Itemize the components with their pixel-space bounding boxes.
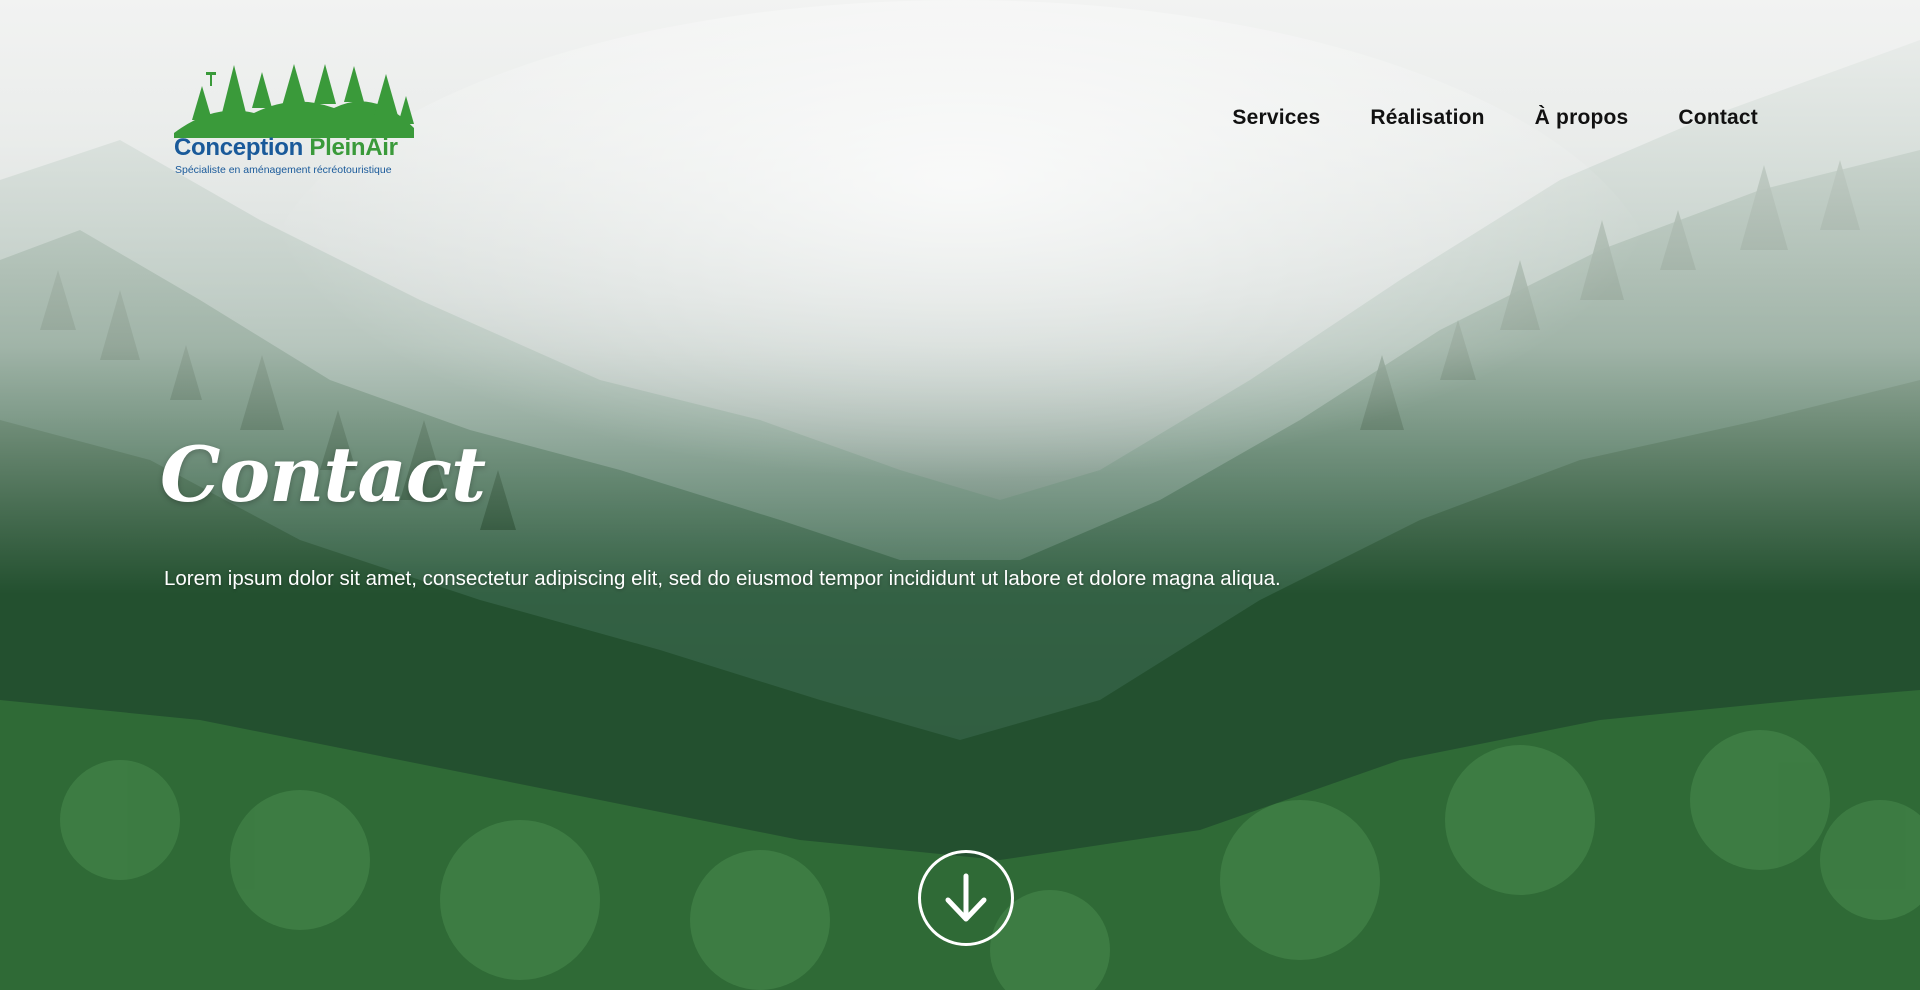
nav-link-services[interactable]: Services	[1232, 106, 1320, 130]
logo-wordmark: Conception PleinAir	[174, 134, 398, 162]
logo-trees-icon	[174, 64, 414, 138]
nav-link-contact[interactable]: Contact	[1678, 106, 1758, 130]
page-title: Contact	[160, 430, 486, 519]
logo-tagline: Spécialiste en aménagement récréotourist…	[175, 164, 392, 176]
scroll-down-button[interactable]	[918, 850, 1014, 946]
arrow-down-circle-icon	[945, 873, 987, 922]
nav-link-realisation[interactable]: Réalisation	[1370, 106, 1484, 130]
logo-name-part2: PleinAir	[309, 134, 398, 161]
intro-text: Lorem ipsum dolor sit amet, consectetur …	[164, 567, 1281, 590]
logo-name-part1: Conception	[174, 134, 303, 161]
nav-link-a-propos[interactable]: À propos	[1535, 106, 1629, 130]
hero-section: Conception PleinAir Spécialiste en aména…	[0, 0, 1920, 990]
main-nav: Services Réalisation À propos Contact	[1232, 106, 1758, 130]
site-logo[interactable]: Conception PleinAir Spécialiste en aména…	[174, 58, 414, 180]
